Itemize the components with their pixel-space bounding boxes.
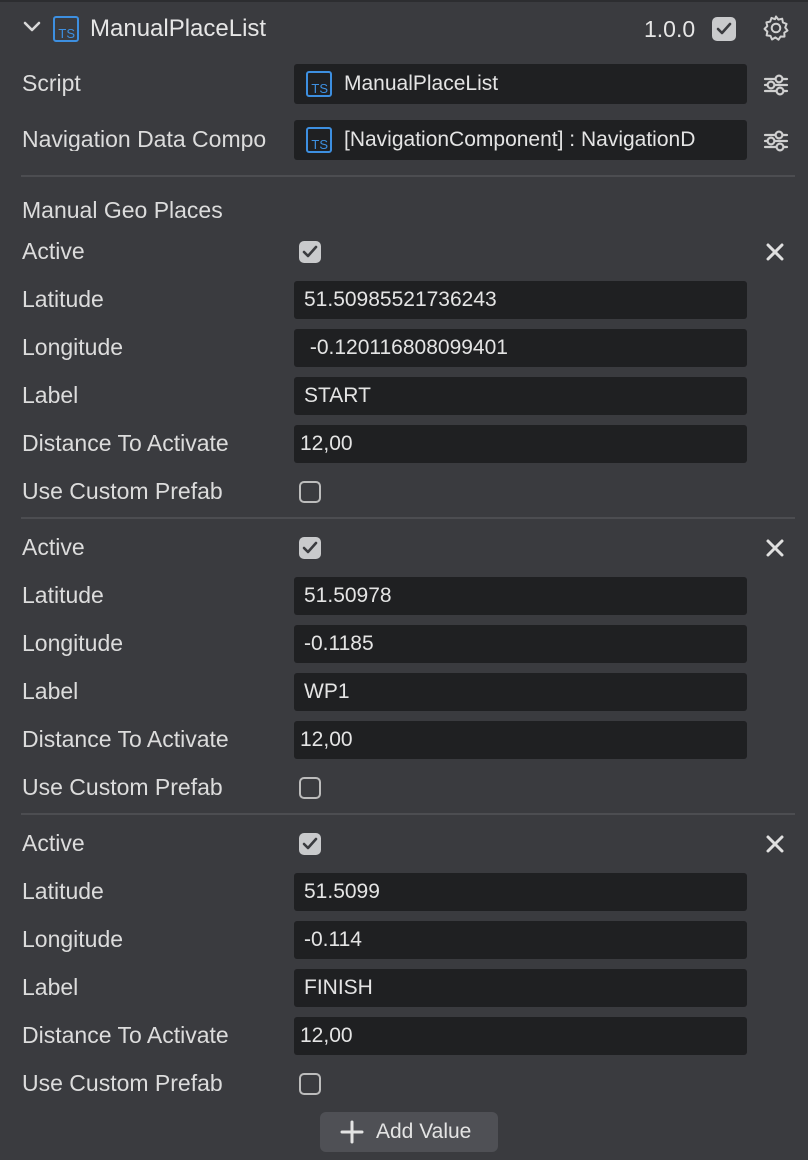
custom-prefab-checkbox[interactable] xyxy=(299,481,321,503)
item-divider xyxy=(21,517,795,519)
checkmark-icon xyxy=(302,837,318,850)
script-field[interactable]: TS ManualPlaceList xyxy=(294,64,747,104)
component-header[interactable]: TS ManualPlaceList 1.0.0 xyxy=(0,0,808,58)
custom-prefab-label: Use Custom Prefab xyxy=(22,478,223,504)
longitude-input[interactable]: -0.120116808099401 xyxy=(294,329,747,367)
longitude-label: Longitude xyxy=(22,926,124,952)
distance-label: Distance To Activate xyxy=(22,726,229,752)
script-label: Script xyxy=(22,70,81,96)
tune-icon[interactable] xyxy=(763,74,789,96)
latitude-input[interactable]: 51.50985521736243 xyxy=(294,281,747,319)
distance-input[interactable]: 12,00 xyxy=(294,721,747,759)
checkmark-icon xyxy=(716,22,732,35)
chevron-down-icon[interactable] xyxy=(23,21,41,33)
longitude-input[interactable]: -0.114 xyxy=(294,921,747,959)
label-label: Label xyxy=(22,382,79,408)
distance-label: Distance To Activate xyxy=(22,1022,229,1048)
checkmark-icon xyxy=(302,541,318,554)
add-value-label: Add Value xyxy=(376,1120,472,1143)
label-input[interactable]: FINISH xyxy=(294,969,747,1007)
section-divider xyxy=(21,175,795,177)
inspector-panel: TS ManualPlaceList 1.0.0 Script TS Manua… xyxy=(0,0,808,1160)
tune-icon[interactable] xyxy=(763,130,789,152)
label-input[interactable]: START xyxy=(294,377,747,415)
custom-prefab-label: Use Custom Prefab xyxy=(22,774,223,800)
component-enabled-checkbox[interactable] xyxy=(712,17,736,41)
latitude-label: Latitude xyxy=(22,878,104,904)
close-icon[interactable] xyxy=(764,537,786,559)
latitude-input[interactable]: 51.5099 xyxy=(294,873,747,911)
longitude-label: Longitude xyxy=(22,630,124,656)
plus-icon xyxy=(340,1120,364,1144)
add-value-button[interactable]: Add Value xyxy=(320,1112,498,1152)
distance-input[interactable]: 12,00 xyxy=(294,425,747,463)
active-checkbox[interactable] xyxy=(299,241,321,263)
longitude-label: Longitude xyxy=(22,334,124,360)
active-label: Active xyxy=(22,534,85,560)
distance-label: Distance To Activate xyxy=(22,430,229,456)
navigation-field[interactable]: TS [NavigationComponent] : NavigationD xyxy=(294,120,747,160)
label-label: Label xyxy=(22,974,79,1000)
component-title: ManualPlaceList xyxy=(90,15,267,42)
checkmark-icon xyxy=(302,245,318,258)
latitude-label: Latitude xyxy=(22,286,104,312)
script-value: ManualPlaceList xyxy=(344,72,499,95)
item-divider xyxy=(21,813,795,815)
close-icon[interactable] xyxy=(764,241,786,263)
latitude-input[interactable]: 51.50978 xyxy=(294,577,747,615)
active-label: Active xyxy=(22,830,85,856)
gear-icon[interactable] xyxy=(762,14,790,42)
distance-input[interactable]: 12,00 xyxy=(294,1017,747,1055)
custom-prefab-label: Use Custom Prefab xyxy=(22,1070,223,1096)
typescript-icon: TS xyxy=(306,127,332,153)
close-icon[interactable] xyxy=(764,833,786,855)
longitude-input[interactable]: -0.1185 xyxy=(294,625,747,663)
custom-prefab-checkbox[interactable] xyxy=(299,777,321,799)
active-checkbox[interactable] xyxy=(299,833,321,855)
navigation-label: Navigation Data Compo xyxy=(22,128,267,151)
typescript-icon: TS xyxy=(53,16,79,42)
custom-prefab-checkbox[interactable] xyxy=(299,1073,321,1095)
active-label: Active xyxy=(22,238,85,264)
navigation-value: [NavigationComponent] : NavigationD xyxy=(344,128,696,151)
label-input[interactable]: WP1 xyxy=(294,673,747,711)
label-label: Label xyxy=(22,678,79,704)
component-version: 1.0.0 xyxy=(644,16,696,42)
latitude-label: Latitude xyxy=(22,582,104,608)
typescript-icon: TS xyxy=(306,71,332,97)
list-title: Manual Geo Places xyxy=(22,197,223,223)
active-checkbox[interactable] xyxy=(299,537,321,559)
